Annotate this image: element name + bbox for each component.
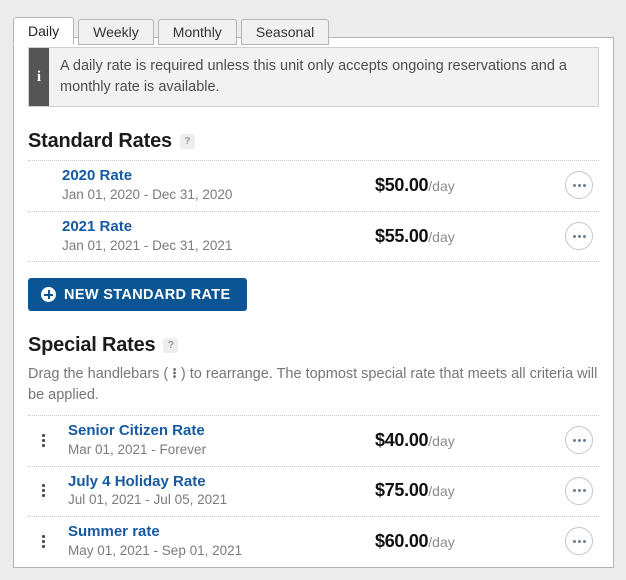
rate-period-tabs: Daily Weekly Monthly Seasonal <box>13 11 333 45</box>
rate-price: $50.00/day <box>375 175 565 196</box>
drag-handle-icon[interactable] <box>34 429 52 451</box>
info-icon: i <box>29 48 49 107</box>
tab-weekly-label: Weekly <box>93 24 139 40</box>
standard-rates-title: Standard Rates <box>28 130 172 153</box>
dot <box>577 438 581 442</box>
table-row[interactable]: Senior Citizen Rate Mar 01, 2021 - Forev… <box>28 416 599 467</box>
standard-rates-list: 2020 Rate Jan 01, 2020 - Dec 31, 2020 $5… <box>28 160 599 263</box>
tab-seasonal[interactable]: Seasonal <box>240 19 330 45</box>
dot <box>577 539 581 543</box>
dot <box>41 539 45 543</box>
dot <box>41 438 45 442</box>
rate-amount: $55.00 <box>375 225 429 246</box>
standard-rate-info: 2021 Rate Jan 01, 2021 - Dec 31, 2021 <box>28 218 375 255</box>
dot <box>577 489 581 493</box>
rate-date-range: Jan 01, 2021 - Dec 31, 2021 <box>62 237 233 253</box>
special-rate-info: July 4 Holiday Rate Jul 01, 2021 - Jul 0… <box>52 473 375 510</box>
table-row[interactable]: 2021 Rate Jan 01, 2021 - Dec 31, 2021 $5… <box>28 212 599 263</box>
special-rates-hint: Drag the handlebars ( ⁝ ) to rearrange. … <box>28 364 599 405</box>
rate-name-link[interactable]: 2020 Rate <box>62 167 375 186</box>
dot <box>582 183 586 187</box>
drag-handle-icon[interactable] <box>34 480 52 502</box>
standard-rate-info: 2020 Rate Jan 01, 2020 - Dec 31, 2020 <box>28 167 375 204</box>
dot <box>41 534 45 538</box>
tab-monthly[interactable]: Monthly <box>157 19 237 45</box>
hint-prefix: Drag the handlebars ( <box>28 366 173 383</box>
tab-daily-label: Daily <box>28 23 60 39</box>
rate-name-link[interactable]: 2021 Rate <box>62 218 375 237</box>
row-overflow-menu-icon[interactable] <box>565 222 593 251</box>
rate-amount: $75.00 <box>375 480 429 501</box>
dot <box>572 183 576 187</box>
rate-amount: $50.00 <box>375 174 429 195</box>
plus-circle-icon <box>41 287 56 303</box>
dot <box>572 234 576 238</box>
rate-price: $55.00/day <box>375 226 565 247</box>
special-rate-info: Senior Citizen Rate Mar 01, 2021 - Forev… <box>52 422 375 459</box>
rate-period-suffix: /day <box>428 533 455 550</box>
rate-price: $75.00/day <box>375 480 565 501</box>
table-row[interactable]: Summer rate May 01, 2021 - Sep 01, 2021 … <box>28 517 599 567</box>
special-rates-help-icon[interactable]: ? <box>163 338 179 354</box>
tab-weekly[interactable]: Weekly <box>78 19 154 45</box>
dot <box>582 539 586 543</box>
info-banner: i A daily rate is required unless this u… <box>28 47 599 108</box>
special-rates-title: Special Rates <box>28 334 156 357</box>
table-row[interactable]: 2020 Rate Jan 01, 2020 - Dec 31, 2020 $5… <box>28 161 599 212</box>
rate-date-range: Mar 01, 2021 - Forever <box>68 441 207 457</box>
dot <box>582 234 586 238</box>
rate-name-link[interactable]: July 4 Holiday Rate <box>68 473 375 492</box>
info-icon-glyph: i <box>36 68 42 85</box>
rate-price: $40.00/day <box>375 430 565 451</box>
dot <box>41 544 45 548</box>
rate-period-suffix: /day <box>428 483 455 500</box>
dot <box>41 494 45 498</box>
rate-period-suffix: /day <box>428 228 455 245</box>
dot <box>572 539 576 543</box>
row-overflow-menu-icon[interactable] <box>565 527 593 556</box>
rate-amount: $40.00 <box>375 429 429 450</box>
rate-date-range: Jul 01, 2021 - Jul 05, 2021 <box>68 492 228 508</box>
tab-monthly-label: Monthly <box>172 24 222 40</box>
help-glyph: ? <box>184 135 191 147</box>
rate-price: $60.00/day <box>375 531 565 552</box>
dot <box>582 438 586 442</box>
row-overflow-menu-icon[interactable] <box>565 426 593 455</box>
standard-rates-header: Standard Rates ? <box>28 130 599 153</box>
row-overflow-menu-icon[interactable] <box>565 476 593 505</box>
dot <box>572 489 576 493</box>
dot <box>41 443 45 447</box>
dot <box>41 484 45 488</box>
rate-name-link[interactable]: Summer rate <box>68 523 375 542</box>
dot <box>572 438 576 442</box>
tab-daily[interactable]: Daily <box>13 17 75 45</box>
dot <box>41 433 45 437</box>
dot <box>582 489 586 493</box>
rate-period-suffix: /day <box>428 432 455 449</box>
rate-date-range: May 01, 2021 - Sep 01, 2021 <box>68 542 243 558</box>
tab-seasonal-label: Seasonal <box>255 24 315 40</box>
dot <box>41 489 45 493</box>
row-overflow-menu-icon[interactable] <box>565 171 593 200</box>
help-glyph: ? <box>167 339 175 351</box>
rate-name-link[interactable]: Senior Citizen Rate <box>68 422 375 441</box>
table-row[interactable]: July 4 Holiday Rate Jul 01, 2021 - Jul 0… <box>28 467 599 518</box>
drag-handle-icon[interactable] <box>34 530 52 552</box>
rate-period-suffix: /day <box>428 177 455 194</box>
dot <box>577 183 581 187</box>
new-standard-rate-label: NEW STANDARD RATE <box>64 286 231 303</box>
new-standard-rate-button[interactable]: NEW STANDARD RATE <box>28 278 247 312</box>
special-rates-header: Special Rates ? <box>28 334 599 357</box>
special-rate-info: Summer rate May 01, 2021 - Sep 01, 2021 <box>52 523 375 560</box>
info-banner-text: A daily rate is required unless this uni… <box>60 58 567 95</box>
rate-date-range: Jan 01, 2020 - Dec 31, 2020 <box>62 186 233 202</box>
rate-amount: $60.00 <box>375 530 429 551</box>
daily-rates-panel: i A daily rate is required unless this u… <box>13 37 614 568</box>
drag-handle-icon: ⁝ <box>172 366 177 383</box>
dot <box>577 234 581 238</box>
special-rates-list: Senior Citizen Rate Mar 01, 2021 - Forev… <box>28 414 599 567</box>
standard-rates-help-icon[interactable]: ? <box>179 134 195 150</box>
